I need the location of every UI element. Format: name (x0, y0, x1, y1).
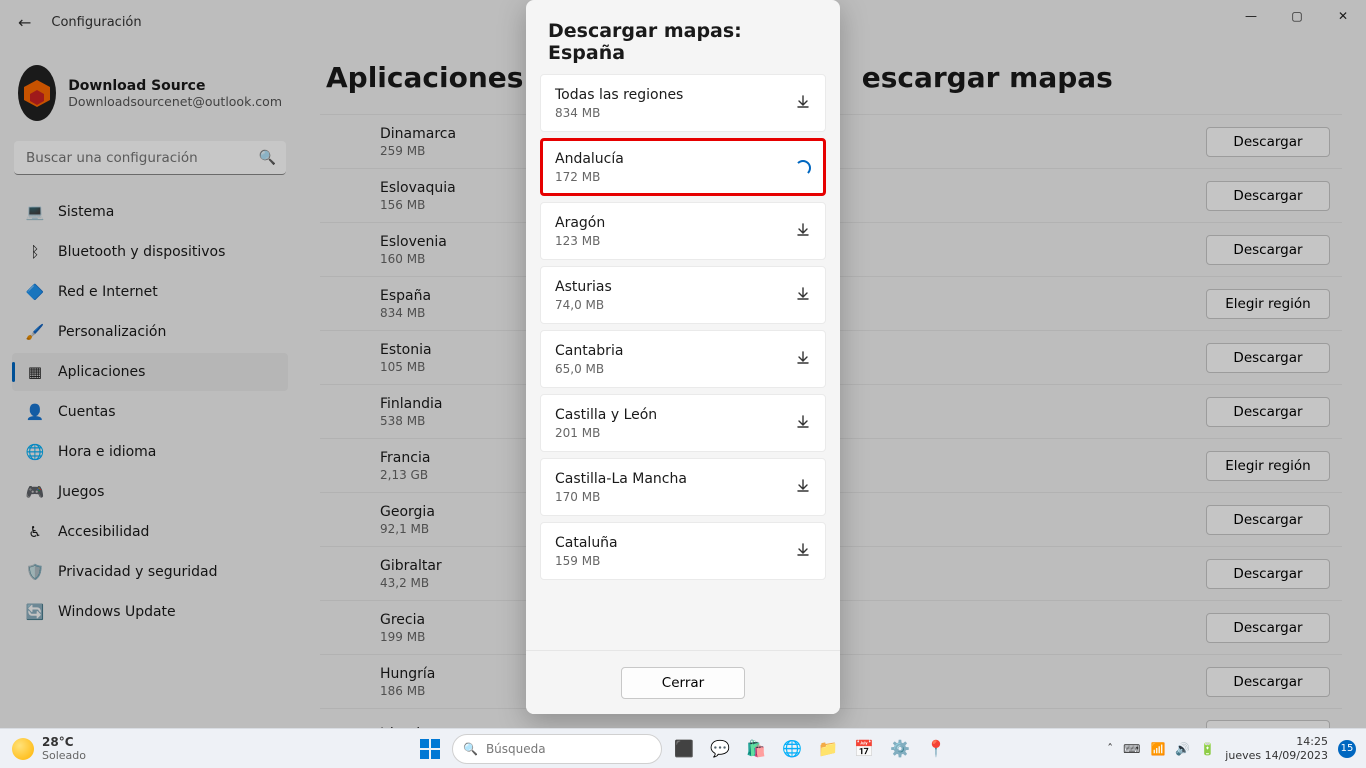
region-name: Asturias (555, 279, 612, 295)
download-maps-dialog: Descargar mapas: España Todas las region… (526, 0, 840, 714)
dialog-footer: Cerrar (526, 650, 840, 714)
download-icon (795, 350, 811, 370)
taskbar-search[interactable]: 🔍 Búsqueda (452, 734, 662, 764)
region-size: 172 MB (555, 170, 624, 184)
keyboard-icon[interactable]: ⌨ (1123, 742, 1140, 756)
download-icon (795, 286, 811, 306)
region-name: Todas las regiones (555, 87, 683, 103)
chat-icon[interactable]: 💬 (706, 735, 734, 763)
region-size: 74,0 MB (555, 298, 612, 312)
region-row[interactable]: Castilla y León 201 MB (540, 394, 826, 452)
region-row[interactable]: Cataluña 159 MB (540, 522, 826, 580)
battery-icon[interactable]: 🔋 (1200, 742, 1215, 756)
clock[interactable]: 14:25 jueves 14/09/2023 (1225, 735, 1328, 761)
task-view-icon[interactable]: ⬛ (670, 735, 698, 763)
loading-spinner-icon (795, 160, 811, 176)
region-row[interactable]: Todas las regiones 834 MB (540, 74, 826, 132)
clock-time: 14:25 (1225, 735, 1328, 748)
clock-date: jueves 14/09/2023 (1225, 749, 1328, 762)
weather-temp: 28°C (42, 735, 86, 749)
download-icon (795, 222, 811, 242)
region-row[interactable]: Aragón 123 MB (540, 202, 826, 260)
region-name: Aragón (555, 215, 605, 231)
region-row[interactable]: Cantabria 65,0 MB (540, 330, 826, 388)
sun-icon (12, 738, 34, 760)
region-size: 65,0 MB (555, 362, 623, 376)
region-name: Castilla y León (555, 407, 657, 423)
chevron-up-icon[interactable]: ˆ (1107, 742, 1113, 756)
region-size: 834 MB (555, 106, 683, 120)
wifi-icon[interactable]: 📶 (1150, 742, 1165, 756)
taskbar-search-placeholder: Búsqueda (486, 742, 546, 756)
region-name: Castilla-La Mancha (555, 471, 687, 487)
dialog-close-button[interactable]: Cerrar (621, 667, 745, 699)
download-icon (795, 478, 811, 498)
region-size: 170 MB (555, 490, 687, 504)
download-icon (795, 414, 811, 434)
weather-widget[interactable]: 28°C Soleado (12, 729, 86, 768)
volume-icon[interactable]: 🔊 (1175, 742, 1190, 756)
region-name: Andalucía (555, 151, 624, 167)
download-icon (795, 542, 811, 562)
weather-cond: Soleado (42, 749, 86, 762)
region-row[interactable]: Castilla-La Mancha 170 MB (540, 458, 826, 516)
notification-badge[interactable]: 15 (1338, 740, 1356, 758)
region-size: 159 MB (555, 554, 618, 568)
region-name: Cantabria (555, 343, 623, 359)
search-icon: 🔍 (463, 742, 478, 756)
calendar-icon[interactable]: 📅 (850, 735, 878, 763)
store-icon[interactable]: 🛍️ (742, 735, 770, 763)
maps-icon[interactable]: 📍 (922, 735, 950, 763)
start-button[interactable] (416, 735, 444, 763)
region-size: 123 MB (555, 234, 605, 248)
region-row[interactable]: Asturias 74,0 MB (540, 266, 826, 324)
region-size: 201 MB (555, 426, 657, 440)
region-name: Cataluña (555, 535, 618, 551)
taskbar: 28°C Soleado 🔍 Búsqueda ⬛ 💬 🛍️ 🌐 📁 📅 ⚙️ … (0, 728, 1366, 768)
region-list[interactable]: Todas las regiones834 MBAndalucía172 MBA… (526, 68, 840, 650)
system-tray[interactable]: ˆ ⌨ 📶 🔊 🔋 14:25 jueves 14/09/2023 15 (1107, 729, 1356, 768)
download-icon (795, 94, 811, 114)
region-row[interactable]: Andalucía 172 MB (540, 138, 826, 196)
dialog-title: Descargar mapas: España (526, 0, 840, 68)
edge-icon[interactable]: 🌐 (778, 735, 806, 763)
settings-icon[interactable]: ⚙️ (886, 735, 914, 763)
explorer-icon[interactable]: 📁 (814, 735, 842, 763)
